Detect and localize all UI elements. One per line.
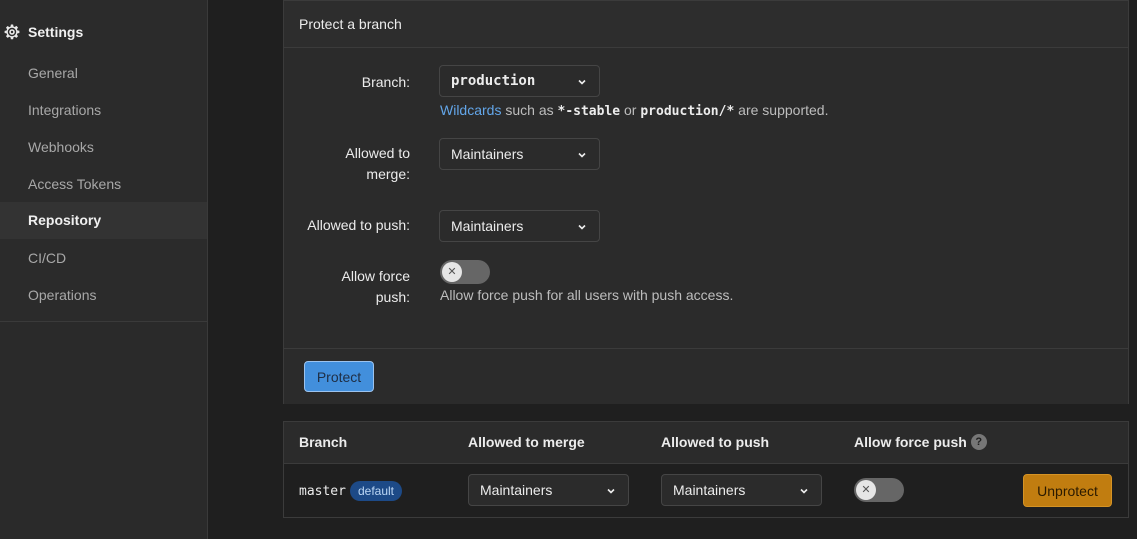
sidebar-item-access-tokens[interactable]: Access Tokens bbox=[0, 166, 207, 203]
protect-branch-panel: Protect a branch Branch: production Wild… bbox=[283, 0, 1129, 404]
column-header-force: Allow force push ? bbox=[854, 434, 987, 450]
row-merge-select[interactable]: Maintainers bbox=[468, 474, 629, 506]
table-row: master default Maintainers Maintainers ✕… bbox=[284, 464, 1128, 518]
sidebar-item-integrations[interactable]: Integrations bbox=[0, 92, 207, 129]
merge-label: Allowed to merge: bbox=[284, 143, 410, 185]
branch-select[interactable]: production bbox=[439, 65, 600, 97]
force-push-help: Allow force push for all users with push… bbox=[440, 287, 734, 303]
push-select[interactable]: Maintainers bbox=[439, 210, 600, 242]
panel-footer: Protect bbox=[284, 348, 1128, 404]
chevron-down-icon bbox=[578, 152, 586, 158]
question-icon[interactable]: ? bbox=[970, 434, 987, 450]
chevron-down-icon bbox=[578, 79, 586, 85]
settings-section: Settings General Integrations Webhooks A… bbox=[0, 0, 207, 322]
force-label-line1: Allow force bbox=[341, 268, 410, 284]
protect-button[interactable]: Protect bbox=[304, 361, 374, 392]
force-label-line2: push: bbox=[375, 289, 410, 305]
chevron-down-icon bbox=[800, 488, 808, 494]
toggle-knob: ✕ bbox=[442, 262, 462, 282]
wildcards-help: Wildcards such as *-stable or production… bbox=[440, 102, 828, 119]
help-or: or bbox=[624, 102, 637, 118]
merge-label-line2: merge: bbox=[366, 166, 410, 182]
branch-label: Branch: bbox=[361, 74, 410, 90]
table-header: Branch Allowed to merge Allowed to push … bbox=[284, 422, 1128, 464]
row-push-select[interactable]: Maintainers bbox=[661, 474, 822, 506]
sidebar-item-general[interactable]: General bbox=[0, 55, 207, 92]
push-select-value: Maintainers bbox=[451, 218, 524, 234]
protected-branches-table: Branch Allowed to merge Allowed to push … bbox=[283, 421, 1129, 518]
sidebar-item-repository[interactable]: Repository bbox=[0, 202, 207, 239]
sidebar-item-webhooks[interactable]: Webhooks bbox=[0, 129, 207, 166]
help-supported: are supported. bbox=[738, 102, 829, 118]
sidebar-item-ci-cd[interactable]: CI/CD bbox=[0, 240, 207, 277]
wildcards-link[interactable]: Wildcards bbox=[440, 102, 501, 118]
force-push-label: Allow force push: bbox=[284, 266, 410, 308]
unprotect-button[interactable]: Unprotect bbox=[1023, 474, 1112, 507]
column-header-push: Allowed to push bbox=[661, 434, 770, 450]
toggle-knob: ✕ bbox=[856, 480, 876, 500]
merge-select[interactable]: Maintainers bbox=[439, 138, 600, 170]
push-label: Allowed to push: bbox=[307, 217, 410, 233]
row-force-push-toggle[interactable]: ✕ bbox=[854, 478, 904, 502]
chevron-down-icon bbox=[578, 224, 586, 230]
sidebar-item-operations[interactable]: Operations bbox=[0, 277, 207, 314]
row-merge-value: Maintainers bbox=[480, 482, 553, 498]
column-header-branch: Branch bbox=[299, 434, 348, 450]
help-such-as: such as bbox=[505, 102, 554, 118]
help-example-production: production/* bbox=[640, 104, 735, 119]
settings-header[interactable]: Settings bbox=[4, 22, 83, 42]
column-header-force-label: Allow force push bbox=[854, 434, 967, 450]
panel-title: Protect a branch bbox=[284, 1, 1128, 48]
help-example-stable: *-stable bbox=[557, 104, 621, 119]
default-badge: default bbox=[349, 481, 402, 501]
branch-name: master bbox=[299, 483, 346, 499]
branch-cell: master default bbox=[299, 481, 402, 501]
force-push-toggle[interactable]: ✕ bbox=[440, 260, 490, 284]
merge-label-line1: Allowed to bbox=[345, 145, 410, 161]
chevron-down-icon bbox=[607, 488, 615, 494]
settings-header-label: Settings bbox=[28, 24, 84, 40]
merge-select-value: Maintainers bbox=[451, 146, 524, 162]
sidebar: Settings General Integrations Webhooks A… bbox=[0, 0, 208, 539]
gear-icon bbox=[4, 24, 20, 40]
row-push-value: Maintainers bbox=[673, 482, 746, 498]
column-header-merge: Allowed to merge bbox=[468, 434, 585, 450]
branch-select-value: production bbox=[451, 73, 536, 89]
close-icon: ✕ bbox=[447, 265, 457, 278]
close-icon: ✕ bbox=[861, 483, 871, 496]
